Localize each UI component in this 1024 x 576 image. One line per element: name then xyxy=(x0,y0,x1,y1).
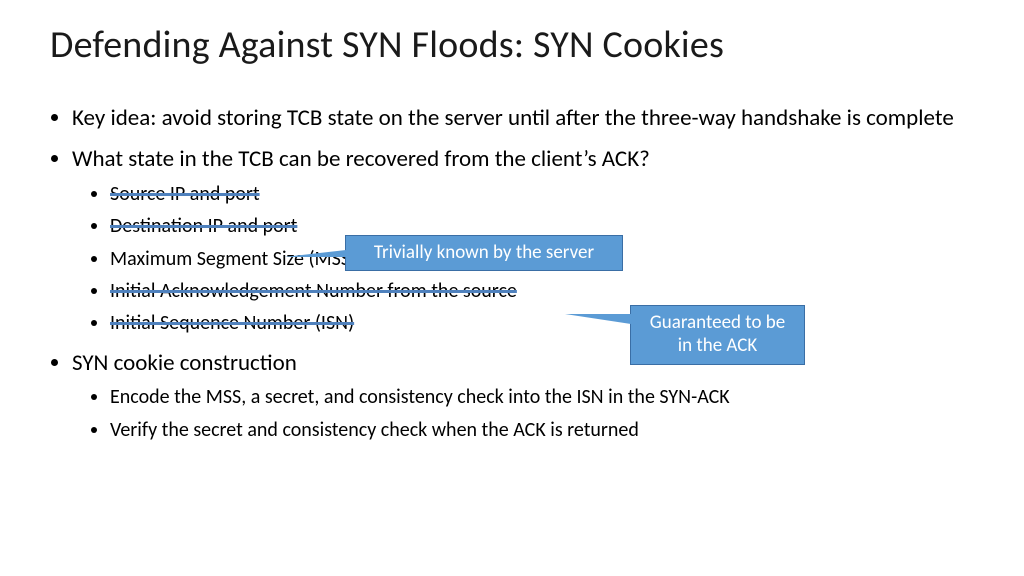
sub-list-construction: Encode the MSS, a secret, and consistenc… xyxy=(72,384,974,443)
callout-tail xyxy=(565,314,631,324)
callout-trivial-text: Trivially known by the server xyxy=(374,242,594,265)
callout-trivial: Trivially known by the server xyxy=(345,235,623,271)
sub-init-ack-text: Initial Acknowledgement Number from the … xyxy=(110,279,517,303)
sub-verify: Verify the secret and consistency check … xyxy=(110,417,974,443)
slide-title: Defending Against SYN Floods: SYN Cookie… xyxy=(50,22,974,68)
sub-source-ip-text: Source IP and port xyxy=(110,182,260,206)
callout-ack-text: Guaranteed to be in the ACK xyxy=(641,312,794,358)
sub-encode: Encode the MSS, a secret, and consistenc… xyxy=(110,384,974,410)
callout-tail xyxy=(284,250,346,257)
bullet-cookie-construction: SYN cookie construction Encode the MSS, … xyxy=(72,349,974,443)
sub-dest-ip-text: Destination IP and port xyxy=(110,214,297,238)
sub-source-ip: Source IP and port xyxy=(110,181,974,207)
sub-isn: Initial Sequence Number (ISN) xyxy=(110,310,974,336)
bullet-list: Key idea: avoid storing TCB state on the… xyxy=(50,104,974,443)
bullet-what-state-text: What state in the TCB can be recovered f… xyxy=(72,145,650,173)
sub-isn-text: Initial Sequence Number (ISN) xyxy=(110,311,354,335)
callout-ack: Guaranteed to be in the ACK xyxy=(630,305,805,365)
sub-init-ack: Initial Acknowledgement Number from the … xyxy=(110,278,974,304)
bullet-cookie-construction-text: SYN cookie construction xyxy=(72,349,297,377)
bullet-key-idea: Key idea: avoid storing TCB state on the… xyxy=(72,104,974,133)
slide: Defending Against SYN Floods: SYN Cookie… xyxy=(0,0,1024,576)
